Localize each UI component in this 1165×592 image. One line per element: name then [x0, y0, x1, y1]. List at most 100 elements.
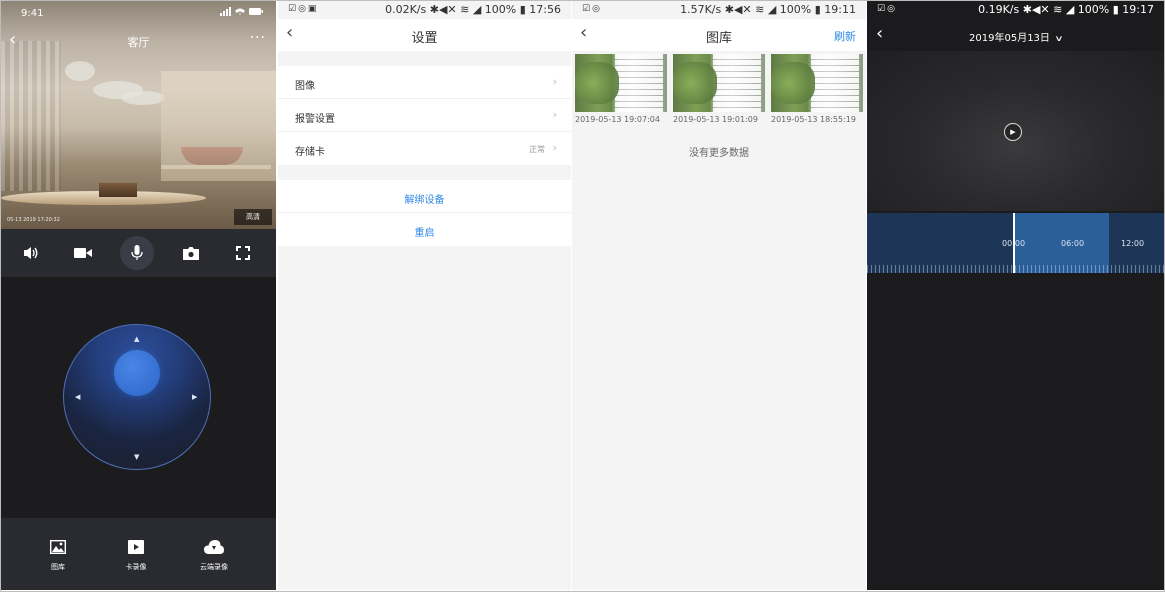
photo-thumbnail[interactable]: [771, 54, 863, 112]
network-speed: 1.57K/s: [680, 3, 722, 16]
refresh-button[interactable]: 刷新: [834, 28, 856, 44]
chevron-right-icon: ›: [552, 108, 557, 121]
control-toolbar: [1, 229, 276, 277]
tab-cloud-recording[interactable]: 云端录像: [184, 538, 244, 572]
up-arrow-icon[interactable]: ▲: [134, 335, 139, 343]
chevron-down-icon: ∨: [1054, 34, 1064, 43]
playback-video[interactable]: ▶: [867, 51, 1164, 211]
no-more-data: 没有更多数据: [689, 148, 749, 159]
row-label: 存储卡: [295, 147, 325, 158]
action-label: 解绑设备: [404, 195, 445, 206]
top-nav: ‹ 客厅 ···: [1, 29, 276, 53]
ptz-joystick[interactable]: ▲ ▼ ◀ ▶: [63, 324, 211, 470]
tab-cloud-recording-label: 云端录像: [200, 563, 228, 571]
play-icon[interactable]: ▶: [1004, 123, 1022, 141]
photo-caption: 2019-05-13 18:55:19: [771, 115, 856, 124]
status-bar: 9:41: [1, 1, 276, 25]
quality-badge[interactable]: 高清: [234, 209, 272, 225]
microphone-icon: [120, 236, 154, 270]
books: [99, 183, 137, 197]
photo-thumbnail[interactable]: [575, 54, 667, 112]
video-timestamp: 05-13 2019 17:20:32: [7, 217, 60, 223]
timeline-label: 00:00: [1002, 239, 1026, 248]
photo-item[interactable]: 2019-05-13 18:55:19: [771, 54, 863, 124]
notification-icons: ☑◎▣: [288, 4, 319, 14]
photo-caption: 2019-05-13 19:07:04: [575, 115, 660, 124]
fullscreen-icon: [236, 246, 250, 260]
network-speed: 0.19K/s: [978, 3, 1020, 16]
cloud-download-icon: [204, 540, 224, 554]
speaker-icon: [24, 247, 38, 259]
talk-button[interactable]: [117, 229, 157, 277]
date-selector[interactable]: 2019年05月13日 ∨: [867, 29, 1164, 44]
tab-gallery-label: 图库: [51, 563, 65, 571]
tab-card-recording[interactable]: 卡录像: [106, 538, 166, 572]
status-right: 0.19K/s ✱◀✕ ≋ ◢ 100% ▮ 19:17: [978, 3, 1154, 16]
battery-percent: 100%: [1077, 3, 1110, 16]
notification-icons: ☑◎: [877, 4, 897, 14]
joystick-knob[interactable]: [114, 350, 160, 396]
timeline[interactable]: 00:00 06:00 12:00: [867, 213, 1164, 273]
chevron-right-icon: ›: [552, 141, 557, 154]
pendant-lamp: [65, 61, 95, 81]
status-right: 1.57K/s ✱◀✕ ≋ ◢ 100% ▮ 19:11: [680, 3, 856, 16]
bottom-tabbar: 图库 卡录像 云端录像: [1, 518, 276, 590]
battery-percent: 100%: [779, 3, 812, 16]
photo-caption: 2019-05-13 19:01:09: [673, 115, 758, 124]
unbind-device-button[interactable]: 解绑设备: [278, 180, 571, 213]
fullscreen-button[interactable]: [223, 229, 263, 277]
action-label: 重启: [414, 228, 435, 239]
header: ‹ 设置: [278, 19, 571, 51]
pendant-lamp: [121, 91, 165, 105]
speaker-button[interactable]: [11, 229, 51, 277]
settings-row-image[interactable]: 图像 ›: [278, 66, 571, 99]
right-arrow-icon[interactable]: ▶: [192, 393, 197, 401]
header: ‹ 图库 刷新: [572, 19, 866, 51]
row-label: 图像: [295, 81, 315, 92]
settings-row-storage[interactable]: 存储卡 正常 ›: [278, 132, 571, 165]
gallery-screen: ☑◎ 1.57K/s ✱◀✕ ≋ ◢ 100% ▮ 19:11 ‹ 图库 刷新 …: [572, 1, 866, 590]
tab-card-recording-label: 卡录像: [125, 563, 147, 571]
status-time: 9:41: [21, 8, 44, 19]
storage-status: 正常: [529, 145, 545, 154]
photo-item[interactable]: 2019-05-13 19:01:09: [673, 54, 765, 124]
timeline-ticks: [867, 265, 1164, 273]
settings-screen: ☑◎▣ 0.02K/s ✱◀✕ ≋ ◢ 100% ▮ 17:56 ‹ 设置 图像…: [278, 1, 571, 590]
timeline-label: 06:00: [1061, 239, 1085, 248]
live-view-screen: 05-13 2019 17:20:32 高清 9:41 ‹ 客厅 ··· ▲ ▼…: [1, 1, 276, 590]
timeline-label: 12:00: [1121, 239, 1145, 248]
page-title: 图库: [705, 31, 732, 46]
status-time: 19:11: [824, 3, 856, 16]
shelf: [161, 165, 271, 169]
signal-battery-icon: [220, 7, 264, 20]
row-label: 报警设置: [295, 114, 335, 125]
actions-list: 解绑设备 重启: [278, 180, 571, 246]
page-title: 客厅: [127, 36, 150, 49]
image-icon: [50, 540, 66, 554]
status-bar: ☑◎ 0.19K/s ✱◀✕ ≋ ◢ 100% ▮ 19:17: [867, 1, 1164, 19]
record-button[interactable]: [63, 229, 103, 277]
status-time: 17:56: [529, 3, 561, 16]
status-bar: ☑◎ 1.57K/s ✱◀✕ ≋ ◢ 100% ▮ 19:11: [572, 1, 866, 19]
video-play-icon: [128, 540, 144, 554]
photo-item[interactable]: 2019-05-13 19:07:04: [575, 54, 667, 124]
status-bar: ☑◎▣ 0.02K/s ✱◀✕ ≋ ◢ 100% ▮ 17:56: [278, 1, 571, 19]
more-icon[interactable]: ···: [250, 30, 266, 46]
status-time: 19:17: [1122, 3, 1154, 16]
settings-row-alarm[interactable]: 报警设置 ›: [278, 99, 571, 132]
down-arrow-icon[interactable]: ▼: [134, 453, 139, 461]
status-right: 0.02K/s ✱◀✕ ≋ ◢ 100% ▮ 17:56: [385, 3, 561, 16]
network-speed: 0.02K/s: [385, 3, 427, 16]
notification-icons: ☑◎: [582, 4, 602, 14]
snapshot-button[interactable]: [171, 229, 211, 277]
tab-gallery[interactable]: 图库: [28, 538, 88, 572]
restart-button[interactable]: 重启: [278, 213, 571, 246]
page-title: 设置: [411, 31, 438, 46]
chevron-right-icon: ›: [552, 75, 557, 88]
left-arrow-icon[interactable]: ◀: [75, 393, 80, 401]
selected-date: 2019年05月13日: [969, 33, 1050, 44]
settings-list: 图像 › 报警设置 › 存储卡 正常 ›: [278, 66, 571, 165]
battery-percent: 100%: [484, 3, 517, 16]
photo-thumbnail[interactable]: [673, 54, 765, 112]
camera-record-icon: [74, 248, 92, 258]
